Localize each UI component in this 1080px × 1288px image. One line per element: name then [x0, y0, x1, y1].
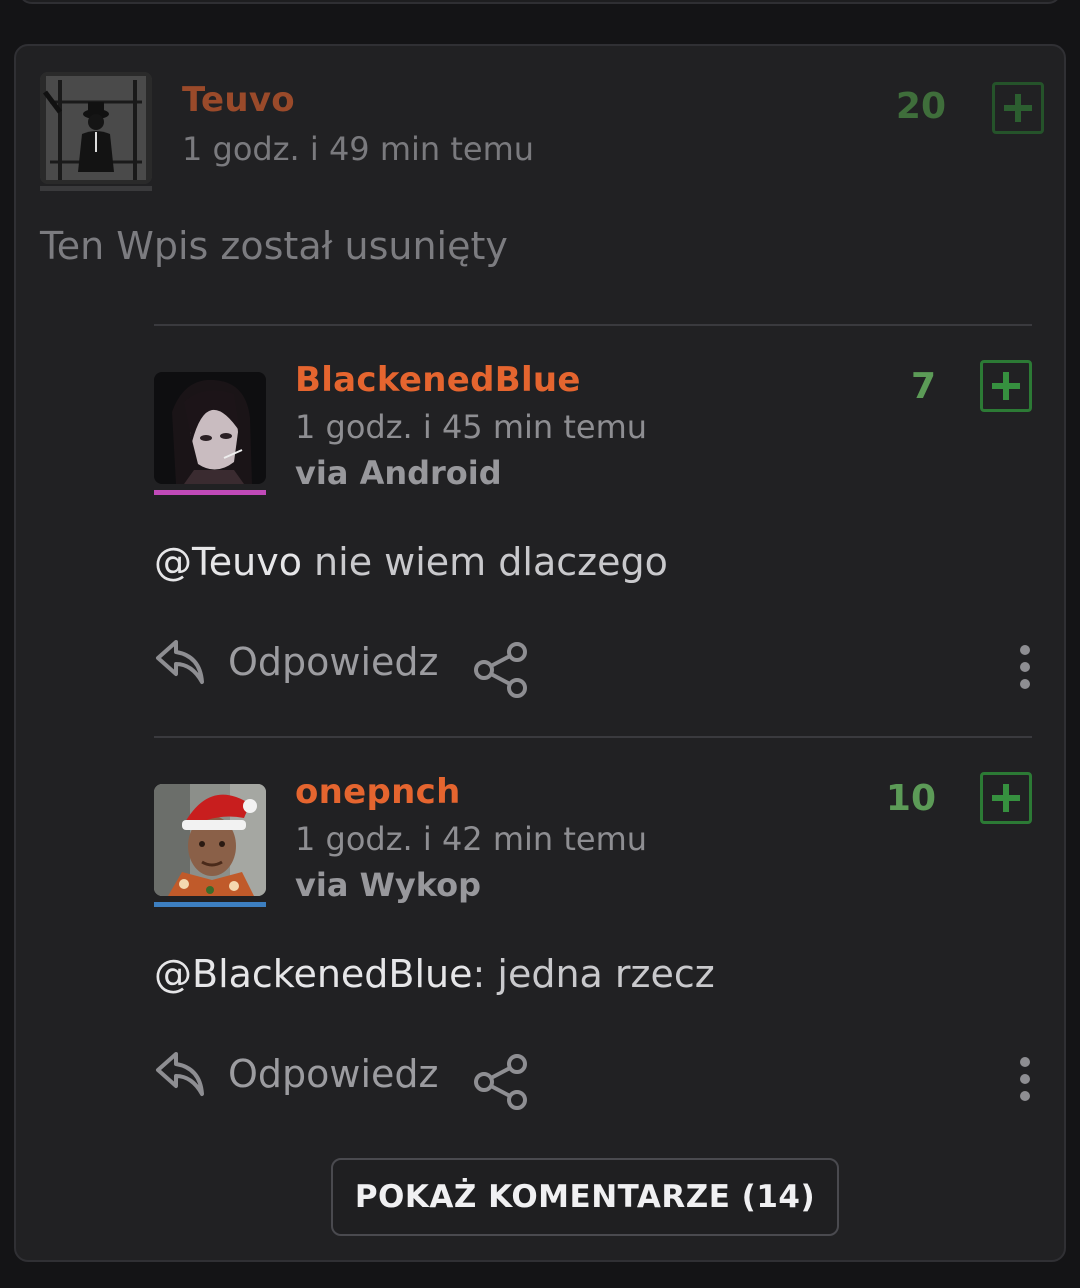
vertical-dots-icon — [1020, 1057, 1030, 1101]
comment-author-avatar[interactable] — [154, 372, 266, 484]
post-author-avatar[interactable] — [40, 72, 152, 184]
comment-client: via Wykop — [295, 866, 482, 904]
post-upvote-button[interactable] — [992, 82, 1044, 134]
comment-author-avatar-bar — [154, 902, 266, 907]
plus-icon — [992, 372, 1020, 400]
comment-author-name[interactable]: onepnch — [295, 772, 461, 812]
comment-client: via Android — [295, 454, 502, 492]
reply-button[interactable]: Odpowiedz — [154, 638, 438, 686]
comment-upvote-button[interactable] — [980, 360, 1032, 412]
reply-label: Odpowiedz — [228, 640, 439, 684]
share-button[interactable] — [472, 642, 530, 698]
comment-mention[interactable]: @BlackenedBlue — [154, 952, 473, 996]
comment-body: @BlackenedBlue: jedna rzecz — [154, 952, 715, 996]
entry-card: Teuvo 1 godz. i 49 min temu 20 Ten Wpis … — [14, 44, 1066, 1262]
reply-label: Odpowiedz — [228, 1052, 439, 1096]
reply-arrow-icon — [156, 640, 204, 684]
vertical-dots-icon — [1020, 645, 1030, 689]
comment-author-avatar[interactable] — [154, 784, 266, 896]
comment-mention[interactable]: @Teuvo — [154, 540, 302, 584]
plus-icon — [1004, 94, 1032, 122]
comment-timestamp[interactable]: 1 godz. i 42 min temu — [295, 820, 647, 858]
post-author-avatar-bar — [40, 186, 152, 191]
more-options-button[interactable] — [1015, 1054, 1035, 1104]
post-author-name[interactable]: Teuvo — [182, 80, 295, 120]
comment-timestamp[interactable]: 1 godz. i 45 min temu — [295, 408, 647, 446]
comment-author-name[interactable]: BlackenedBlue — [295, 360, 581, 400]
comment-text: : jedna rzecz — [472, 952, 715, 996]
comment-divider — [154, 324, 1032, 326]
show-comments-button[interactable]: POKAŻ KOMENTARZE (14) — [331, 1158, 839, 1236]
share-icon — [474, 642, 527, 698]
post-vote-count: 20 — [895, 86, 946, 127]
post-body: Ten Wpis został usunięty — [40, 224, 508, 268]
reply-button[interactable]: Odpowiedz — [154, 1050, 438, 1098]
more-options-button[interactable] — [1015, 642, 1035, 692]
share-button[interactable] — [472, 1054, 530, 1110]
post-timestamp[interactable]: 1 godz. i 49 min temu — [182, 130, 534, 168]
comment-author-avatar-bar — [154, 490, 266, 495]
comment-upvote-button[interactable] — [980, 772, 1032, 824]
comment-text: nie wiem dlaczego — [301, 540, 668, 584]
previous-card-edge — [18, 0, 1062, 4]
comment-vote-count: 10 — [885, 778, 936, 819]
comment-divider — [154, 736, 1032, 738]
comment-vote-count: 7 — [910, 366, 936, 407]
plus-icon — [992, 784, 1020, 812]
reply-arrow-icon — [156, 1052, 204, 1096]
comment-body: @Teuvo nie wiem dlaczego — [154, 540, 668, 584]
share-icon — [474, 1054, 527, 1110]
